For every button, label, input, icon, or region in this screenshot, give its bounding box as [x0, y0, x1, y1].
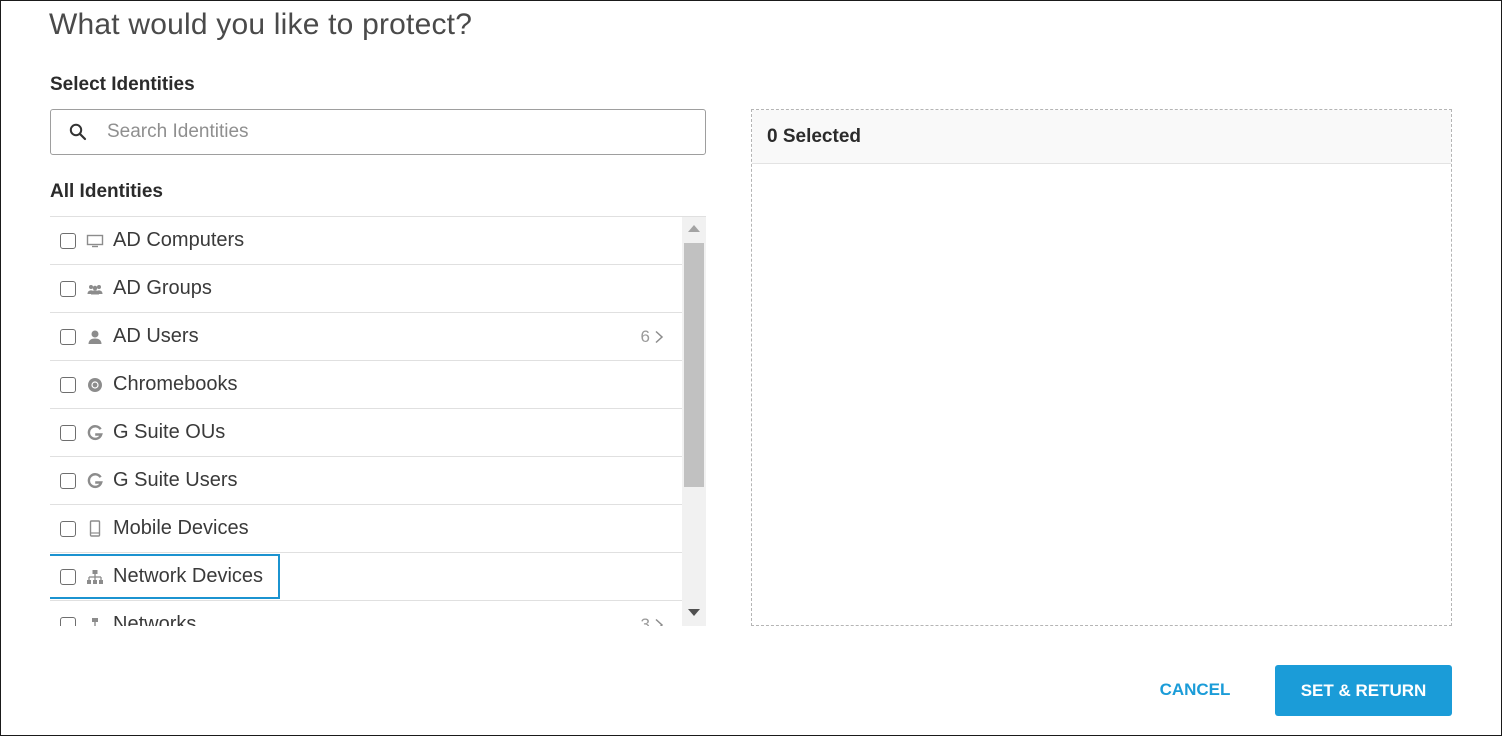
- selected-panel: 0 Selected: [751, 109, 1452, 626]
- google-g-icon: [86, 472, 104, 490]
- identity-row-network-devices[interactable]: Network Devices: [50, 553, 682, 601]
- identity-row-networks[interactable]: Networks 3: [50, 601, 682, 626]
- network-devices-icon: [86, 568, 104, 586]
- child-count: 6: [640, 326, 650, 346]
- checkbox[interactable]: [60, 328, 76, 345]
- group-icon: [86, 280, 104, 298]
- identity-label: AD Groups: [113, 277, 212, 299]
- identities-list: AD Computers AD Groups AD Users 6 Chrome…: [50, 216, 706, 626]
- identity-row-chromebooks[interactable]: Chromebooks: [50, 361, 682, 409]
- list-scrollbar[interactable]: [682, 217, 706, 626]
- search-input[interactable]: [107, 121, 667, 143]
- monitor-icon: [86, 232, 104, 250]
- identity-label: Networks: [113, 613, 197, 626]
- identity-label: Network Devices: [113, 565, 264, 587]
- checkbox[interactable]: [60, 568, 76, 585]
- chevron-right-icon[interactable]: [654, 330, 664, 344]
- network-icon: [86, 616, 104, 626]
- child-count: 3: [640, 614, 650, 627]
- identity-row-mobile-devices[interactable]: Mobile Devices: [50, 505, 682, 553]
- all-identities-label: All Identities: [50, 181, 163, 202]
- identity-label: AD Users: [113, 325, 199, 347]
- identity-label: Chromebooks: [113, 373, 238, 395]
- checkbox[interactable]: [60, 616, 76, 626]
- mobile-device-icon: [86, 520, 104, 538]
- scroll-down-arrow-icon[interactable]: [688, 609, 700, 616]
- identity-label: Mobile Devices: [113, 517, 249, 539]
- scroll-thumb[interactable]: [684, 243, 704, 487]
- checkbox[interactable]: [60, 280, 76, 297]
- search-box[interactable]: [50, 109, 706, 155]
- identity-row-g-suite-ous[interactable]: G Suite OUs: [50, 409, 682, 457]
- search-icon: [69, 123, 87, 141]
- checkbox[interactable]: [60, 520, 76, 537]
- identity-row-ad-groups[interactable]: AD Groups: [50, 265, 682, 313]
- checkbox[interactable]: [60, 472, 76, 489]
- selected-count-header: 0 Selected: [752, 110, 1451, 164]
- scroll-up-arrow-icon[interactable]: [688, 225, 700, 232]
- identity-label: AD Computers: [113, 229, 245, 251]
- user-icon: [86, 328, 104, 346]
- checkbox[interactable]: [60, 376, 76, 393]
- google-g-icon: [86, 424, 104, 442]
- identity-row-g-suite-users[interactable]: G Suite Users: [50, 457, 682, 505]
- checkbox[interactable]: [60, 424, 76, 441]
- chevron-right-icon[interactable]: [654, 618, 664, 626]
- identity-row-ad-users[interactable]: AD Users 6: [50, 313, 682, 361]
- chrome-icon: [86, 376, 104, 394]
- identity-label: G Suite OUs: [113, 421, 226, 443]
- select-identities-label: Select Identities: [50, 74, 195, 95]
- cancel-button[interactable]: CANCEL: [1140, 666, 1250, 714]
- checkbox[interactable]: [60, 232, 76, 249]
- set-and-return-button[interactable]: SET & RETURN: [1275, 665, 1452, 716]
- page-title: What would you like to protect?: [49, 8, 473, 41]
- identity-row-ad-computers[interactable]: AD Computers: [50, 217, 682, 265]
- identity-label: G Suite Users: [113, 469, 238, 491]
